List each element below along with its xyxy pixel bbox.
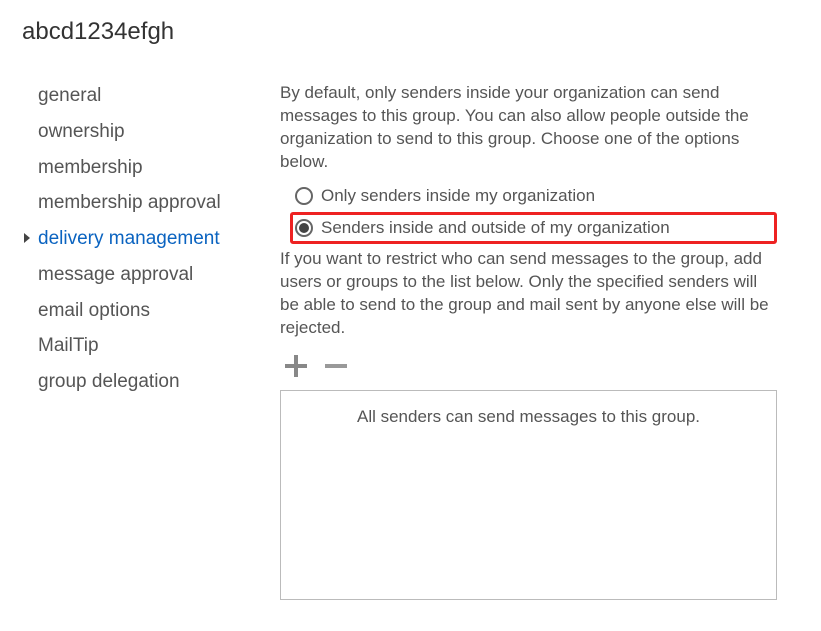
main-panel: By default, only senders inside your org… [280,78,801,600]
sidebar-item-label: ownership [38,121,125,142]
radio-icon [295,219,313,237]
caret-right-icon [24,233,30,243]
sidebar-item-membership[interactable]: membership [20,150,280,186]
sidebar-item-delivery-management[interactable]: delivery management [20,221,280,257]
minus-icon [325,355,347,377]
allowed-senders-list[interactable]: All senders can send messages to this gr… [280,390,777,600]
radio-inside-only[interactable]: Only senders inside my organization [290,180,777,212]
sidebar-item-label: email options [38,300,150,321]
radio-icon [295,187,313,205]
remove-sender-button[interactable] [322,352,350,380]
sidebar-item-mailtip[interactable]: MailTip [20,328,280,364]
sidebar-item-email-options[interactable]: email options [20,293,280,329]
sender-list-toolbar [280,352,777,380]
sidebar-item-general[interactable]: general [20,78,280,114]
sidebar-item-ownership[interactable]: ownership [20,114,280,150]
sidebar-item-label: delivery management [38,228,220,249]
sidebar-item-label: MailTip [38,335,99,356]
sender-scope-radio-group: Only senders inside my organization Send… [290,180,777,244]
sidebar-item-label: membership [38,157,143,178]
page-title: abcd1234efgh [22,18,801,46]
add-sender-button[interactable] [282,352,310,380]
restrict-text: If you want to restrict who can send mes… [280,248,777,340]
radio-inside-and-outside[interactable]: Senders inside and outside of my organiz… [290,212,777,244]
sidebar-item-message-approval[interactable]: message approval [20,257,280,293]
sidebar-item-label: general [38,85,101,106]
sidebar-item-label: membership approval [38,192,221,213]
radio-selected-dot-icon [299,223,309,233]
intro-text: By default, only senders inside your org… [280,82,777,174]
list-placeholder-text: All senders can send messages to this gr… [357,407,700,426]
radio-label: Only senders inside my organization [321,186,595,206]
layout: general ownership membership membership … [20,78,801,600]
sidebar-item-label: message approval [38,264,193,285]
sidebar-item-group-delegation[interactable]: group delegation [20,364,280,400]
sidebar: general ownership membership membership … [20,78,280,600]
radio-label: Senders inside and outside of my organiz… [321,218,670,238]
sidebar-item-label: group delegation [38,371,180,392]
plus-icon [285,355,307,377]
sidebar-item-membership-approval[interactable]: membership approval [20,185,280,221]
